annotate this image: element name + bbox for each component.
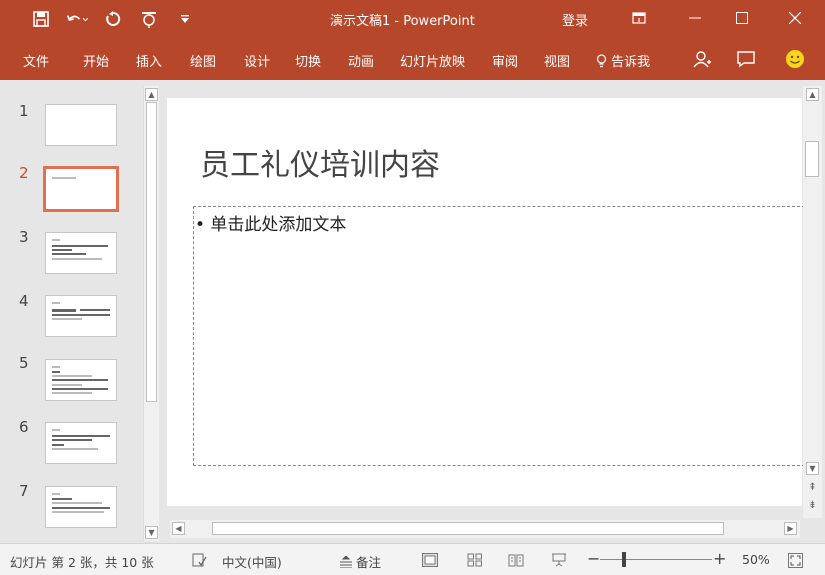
notes-label: 备注 [355,555,381,570]
slide-sorter-view-icon[interactable] [466,551,484,569]
slide-number: 3 [19,228,29,246]
tab-review[interactable]: 审阅 [492,51,518,70]
slide-number: 6 [19,418,29,436]
tab-design[interactable]: 设计 [244,51,270,70]
slide-thumbnail-7[interactable] [45,486,117,528]
scrollbar-thumb[interactable] [212,522,724,535]
notes-button[interactable]: 备注 [340,552,381,571]
window-title: 演示文稿1 - PowerPoint [330,14,475,29]
sign-in-link[interactable]: 登录 [562,10,588,29]
minimize-icon[interactable] [683,6,707,30]
thumbnail-scrollbar[interactable]: ▲ ▼ [143,86,159,541]
notes-icon [340,555,352,569]
zoom-slider-handle[interactable] [622,552,626,567]
maximize-icon[interactable] [730,6,754,30]
zoom-slider[interactable] [600,559,712,560]
scroll-down-icon[interactable]: ▼ [806,462,819,475]
slide-number: 4 [19,292,29,310]
tab-animations[interactable]: 动画 [348,51,374,70]
start-from-beginning-icon[interactable] [138,8,160,30]
undo-icon[interactable] [66,8,88,30]
slide-vertical-scrollbar[interactable]: ▲ ▼ ⇞ ⇟ [803,86,822,518]
slide-thumbnail-1[interactable] [45,104,117,146]
zoom-level[interactable]: 50% [742,552,770,567]
fit-slide-to-window-icon[interactable] [786,551,804,569]
tell-me-box[interactable]: 告诉我 [596,51,650,70]
lightbulb-icon [596,54,607,68]
customize-qat-icon[interactable] [174,8,196,30]
tab-draw[interactable]: 绘图 [190,51,216,70]
tab-transitions[interactable]: 切换 [295,51,321,70]
scroll-up-icon[interactable]: ▲ [145,88,158,101]
slide-number: 1 [19,102,29,120]
slide-number: 2 [19,164,29,182]
scrollbar-thumb[interactable] [146,102,157,402]
tab-view[interactable]: 视图 [544,51,570,70]
ribbon-display-options-icon[interactable] [627,6,651,30]
zoom-out-button[interactable]: − [587,549,600,568]
reading-view-icon[interactable] [507,551,525,569]
tab-insert[interactable]: 插入 [136,51,162,70]
slide-thumbnail-6[interactable] [45,422,117,464]
spelling-check-icon[interactable] [190,551,208,569]
tab-home[interactable]: 开始 [83,51,109,70]
comments-icon[interactable] [734,47,758,71]
slide-thumbnail-3[interactable] [45,232,117,274]
slide-thumbnail-2[interactable] [43,166,119,212]
feedback-smiley-icon[interactable] [783,47,807,71]
slide-number: 7 [19,482,29,500]
previous-slide-icon[interactable]: ⇞ [806,482,819,495]
slide-thumbnail-4[interactable] [45,295,117,337]
zoom-in-button[interactable]: + [713,549,726,568]
slide-number: 5 [19,354,29,372]
slide-title[interactable]: 员工礼仪培训内容 [200,140,440,184]
content-placeholder-text[interactable]: • 单击此处添加文本 [195,210,346,235]
slideshow-view-icon[interactable] [550,551,568,569]
scroll-up-icon[interactable]: ▲ [806,88,819,101]
share-icon[interactable] [690,47,714,71]
scroll-left-icon[interactable]: ◀ [172,522,185,535]
tab-slideshow[interactable]: 幻灯片放映 [400,51,465,70]
scroll-right-icon[interactable]: ▶ [784,522,797,535]
slide-count-status[interactable]: 幻灯片 第 2 张，共 10 张 [10,552,154,571]
quick-access-toolbar [30,8,196,30]
close-icon[interactable] [783,6,807,30]
title-bar: 演示文稿1 - PowerPoint 登录 [0,0,825,38]
redo-icon[interactable] [102,8,124,30]
language-status[interactable]: 中文(中国) [222,552,282,571]
slide-horizontal-scrollbar[interactable]: ◀ ▶ [170,520,800,538]
ribbon-tabs: 文件 开始 插入 绘图 设计 切换 动画 幻灯片放映 审阅 视图 告诉我 [0,38,825,80]
content-placeholder[interactable] [193,206,805,466]
normal-view-icon[interactable] [421,551,439,569]
tell-me-label: 告诉我 [611,55,651,70]
save-icon[interactable] [30,8,52,30]
scrollbar-thumb[interactable] [805,141,819,177]
tab-file[interactable]: 文件 [23,51,49,70]
status-bar: 幻灯片 第 2 张，共 10 张 中文(中国) 备注 − + 50% [0,543,825,575]
next-slide-icon[interactable]: ⇟ [806,500,819,513]
scroll-down-icon[interactable]: ▼ [145,526,158,539]
slide-thumbnail-5[interactable] [45,359,117,401]
